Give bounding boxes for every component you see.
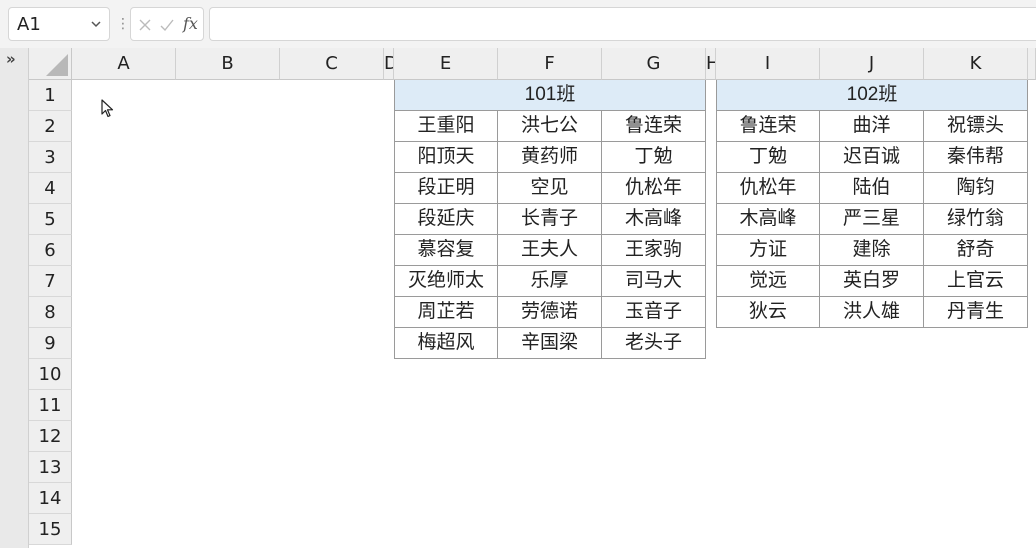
table-cell[interactable]: 木高峰 xyxy=(716,204,820,235)
spreadsheet-grid: » A B C D E F G H I J K 1 2 3 4 5 6 7 8 … xyxy=(0,48,1036,548)
table-cell[interactable]: 洪人雄 xyxy=(820,297,924,328)
column-header-c[interactable]: C xyxy=(280,48,384,80)
row-header-12[interactable]: 12 xyxy=(29,421,72,452)
mouse-pointer-icon xyxy=(101,99,114,118)
table-cell[interactable]: 陶钧 xyxy=(924,173,1028,204)
table-cell[interactable]: 王家驹 xyxy=(602,235,706,266)
column-header-i[interactable]: I xyxy=(716,48,820,80)
row-header-5[interactable]: 5 xyxy=(29,204,72,235)
table-cell[interactable]: 丁勉 xyxy=(716,142,820,173)
table-cell[interactable]: 段延庆 xyxy=(394,204,498,235)
table-cell[interactable]: 秦伟帮 xyxy=(924,142,1028,173)
column-header-d[interactable]: D xyxy=(384,48,394,80)
table-cell[interactable]: 乐厚 xyxy=(498,266,602,297)
table-cell[interactable]: 舒奇 xyxy=(924,235,1028,266)
table-cell[interactable]: 陆伯 xyxy=(820,173,924,204)
formula-icons: fx xyxy=(130,7,204,41)
table-cell[interactable]: 老头子 xyxy=(602,328,706,359)
column-header-k[interactable]: K xyxy=(924,48,1028,80)
chevron-down-icon[interactable] xyxy=(89,17,103,31)
table-cell[interactable]: 建除 xyxy=(820,235,924,266)
vertical-ellipsis-icon[interactable]: ⋮ xyxy=(116,15,130,33)
table-cell[interactable]: 辛国梁 xyxy=(498,328,602,359)
table-cell[interactable]: 迟百诚 xyxy=(820,142,924,173)
table-cell[interactable]: 严三星 xyxy=(820,204,924,235)
cross-icon[interactable] xyxy=(137,17,153,33)
column-header-overflow xyxy=(1028,48,1036,80)
row-header-15[interactable]: 15 xyxy=(29,514,72,545)
table-cell[interactable]: 觉远 xyxy=(716,266,820,297)
select-all-corner[interactable] xyxy=(29,48,72,80)
class-101-title[interactable]: 101班 xyxy=(394,80,706,111)
column-header-g[interactable]: G xyxy=(602,48,706,80)
table-cell[interactable]: 段正明 xyxy=(394,173,498,204)
table-cell[interactable]: 鲁连荣 xyxy=(602,111,706,142)
row-header-7[interactable]: 7 xyxy=(29,266,72,297)
row-header-8[interactable]: 8 xyxy=(29,297,72,328)
table-cell[interactable]: 丁勉 xyxy=(602,142,706,173)
table-cell[interactable]: 洪七公 xyxy=(498,111,602,142)
table-cell[interactable]: 上官云 xyxy=(924,266,1028,297)
row-header-6[interactable]: 6 xyxy=(29,235,72,266)
table-cell[interactable]: 王重阳 xyxy=(394,111,498,142)
table-cell[interactable]: 王夫人 xyxy=(498,235,602,266)
row-header-14[interactable]: 14 xyxy=(29,483,72,514)
column-header-h[interactable]: H xyxy=(706,48,716,80)
double-chevron-right-icon[interactable]: » xyxy=(6,50,16,68)
row-header-10[interactable]: 10 xyxy=(29,359,72,390)
class-102-title[interactable]: 102班 xyxy=(716,80,1028,111)
table-cell[interactable]: 狄云 xyxy=(716,297,820,328)
table-cell[interactable]: 曲洋 xyxy=(820,111,924,142)
table-cell[interactable]: 周芷若 xyxy=(394,297,498,328)
column-header-b[interactable]: B xyxy=(176,48,280,80)
table-cell[interactable]: 灭绝师太 xyxy=(394,266,498,297)
row-header-13[interactable]: 13 xyxy=(29,452,72,483)
collapse-strip: » xyxy=(0,48,29,548)
table-cell[interactable]: 慕容复 xyxy=(394,235,498,266)
row-header-1[interactable]: 1 xyxy=(29,80,72,111)
row-header-2[interactable]: 2 xyxy=(29,111,72,142)
table-cell[interactable]: 祝镖头 xyxy=(924,111,1028,142)
table-cell[interactable]: 玉音子 xyxy=(602,297,706,328)
table-cell[interactable]: 方证 xyxy=(716,235,820,266)
formula-input[interactable] xyxy=(209,7,1036,41)
table-cell[interactable]: 司马大 xyxy=(602,266,706,297)
table-cell[interactable]: 仇松年 xyxy=(716,173,820,204)
table-cell[interactable]: 空见 xyxy=(498,173,602,204)
row-header-9[interactable]: 9 xyxy=(29,328,72,359)
table-cell[interactable]: 劳德诺 xyxy=(498,297,602,328)
table-cell[interactable]: 阳顶天 xyxy=(394,142,498,173)
formula-bar: A1 ⋮ fx xyxy=(0,0,1036,48)
table-cell[interactable]: 丹青生 xyxy=(924,297,1028,328)
column-header-a[interactable]: A xyxy=(72,48,176,80)
row-header-4[interactable]: 4 xyxy=(29,173,72,204)
table-cell[interactable]: 黄药师 xyxy=(498,142,602,173)
column-header-f[interactable]: F xyxy=(498,48,602,80)
table-cell[interactable]: 梅超风 xyxy=(394,328,498,359)
table-cell[interactable]: 木高峰 xyxy=(602,204,706,235)
name-box[interactable]: A1 xyxy=(8,7,110,41)
check-icon[interactable] xyxy=(159,17,175,33)
table-cell[interactable]: 仇松年 xyxy=(602,173,706,204)
column-header-j[interactable]: J xyxy=(820,48,924,80)
fx-icon[interactable]: fx xyxy=(183,14,198,33)
table-cell[interactable]: 绿竹翁 xyxy=(924,204,1028,235)
row-header-11[interactable]: 11 xyxy=(29,390,72,421)
column-header-e[interactable]: E xyxy=(394,48,498,80)
row-header-3[interactable]: 3 xyxy=(29,142,72,173)
table-cell[interactable]: 英白罗 xyxy=(820,266,924,297)
table-cell[interactable]: 长青子 xyxy=(498,204,602,235)
name-box-value: A1 xyxy=(17,14,41,35)
table-cell[interactable]: 鲁连荣 xyxy=(716,111,820,142)
